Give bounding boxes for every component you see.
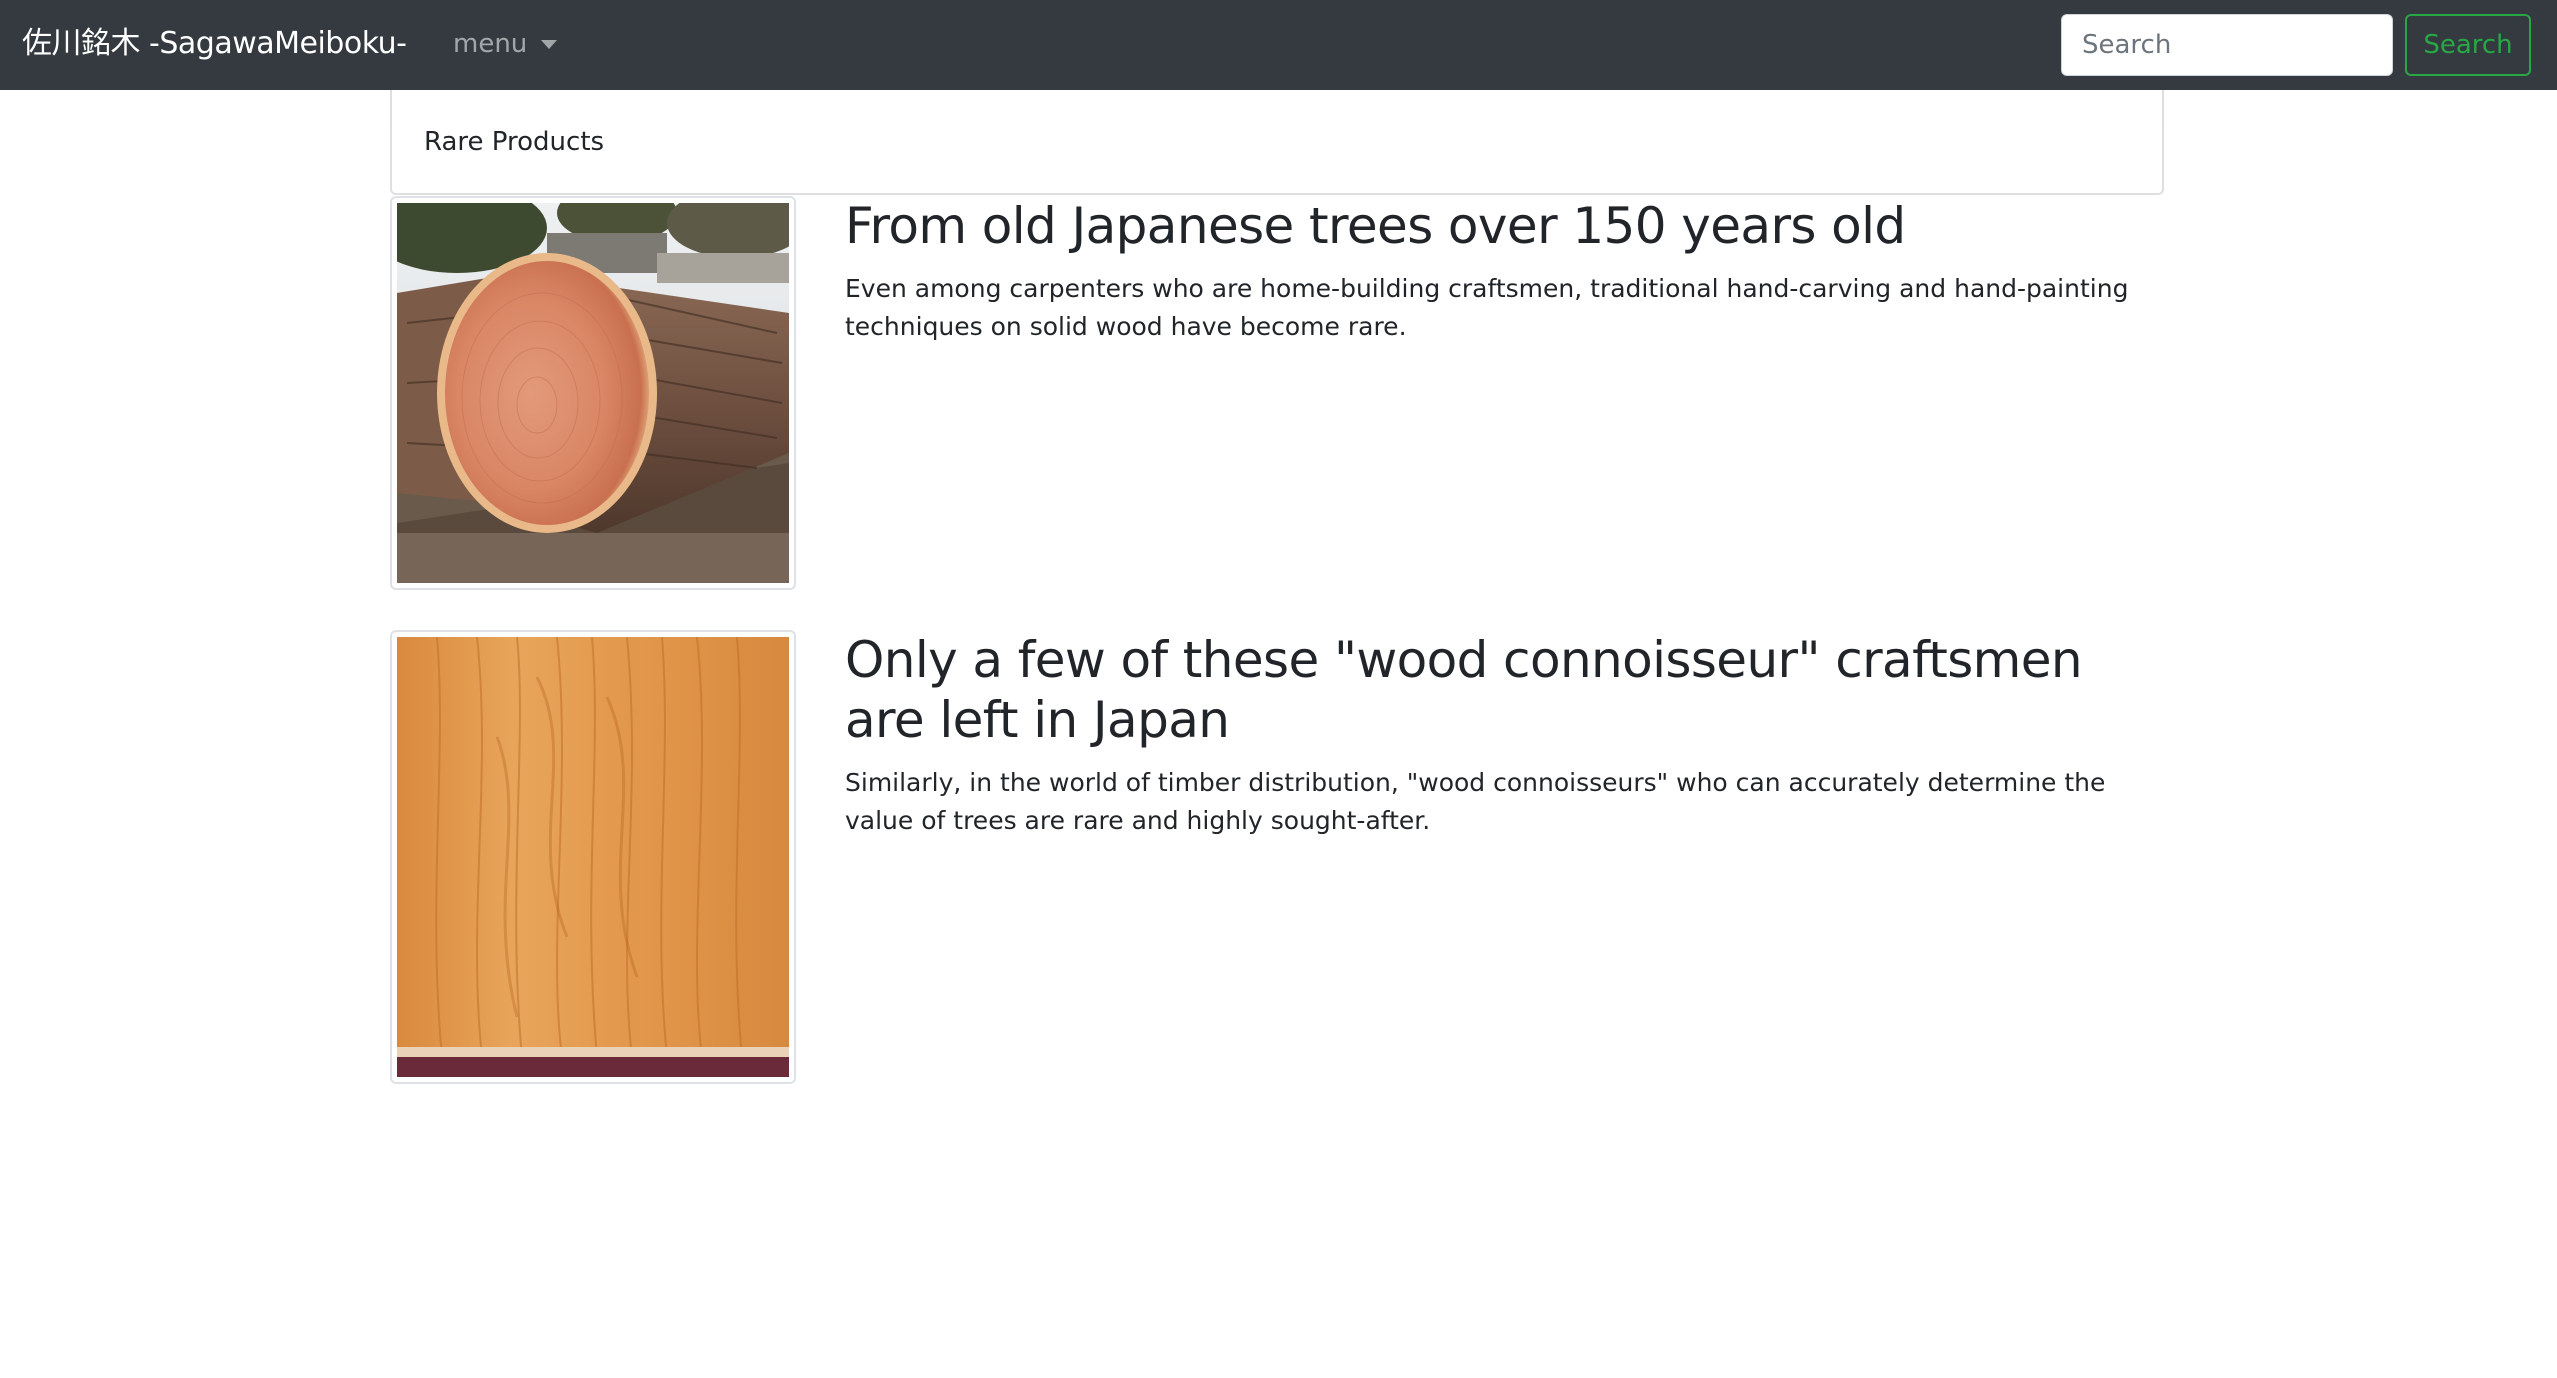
article-body: From old Japanese trees over 150 years o…: [845, 196, 2170, 346]
article-body: Only a few of these "wood connoisseur" c…: [845, 630, 2170, 840]
brand-link[interactable]: 佐川銘木 -SagawaMeiboku-: [22, 22, 407, 66]
log-cross-section-image: [397, 203, 789, 583]
breadcrumb-item: Rare Products: [424, 127, 605, 157]
article-text: Even among carpenters who are home-build…: [845, 274, 2129, 341]
caret-down-icon: [541, 39, 558, 49]
article-title: Only a few of these "wood connoisseur" c…: [845, 631, 2083, 749]
wood-grain-image: [397, 637, 789, 1077]
menu-label: menu: [453, 29, 528, 59]
article-title: From old Japanese trees over 150 years o…: [845, 197, 1906, 255]
wood-grain-photo-thumbnail: [390, 630, 796, 1084]
log-photo-thumbnail: [390, 196, 796, 590]
top-navbar: 佐川銘木 -SagawaMeiboku- menu Search: [0, 0, 2557, 90]
menu-dropdown-toggle[interactable]: menu: [453, 22, 558, 66]
search-input[interactable]: [2061, 14, 2393, 76]
article-text: Similarly, in the world of timber distri…: [845, 768, 2106, 835]
breadcrumb: Rare Products: [390, 90, 2164, 195]
search-button[interactable]: Search: [2405, 14, 2531, 76]
